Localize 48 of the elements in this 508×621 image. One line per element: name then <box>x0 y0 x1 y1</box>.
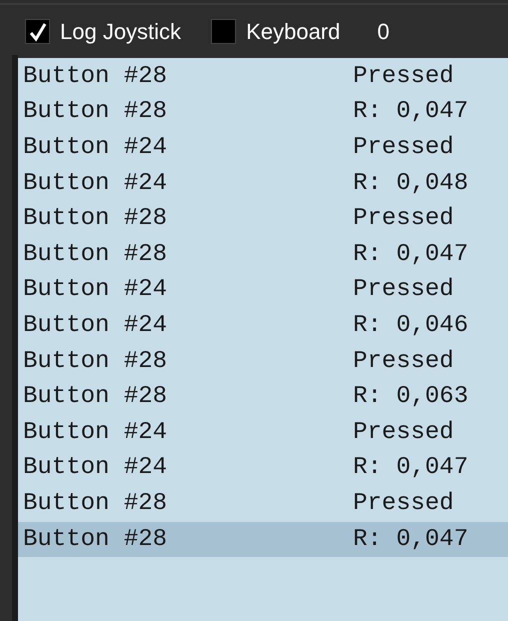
log-event: Pressed <box>353 204 454 234</box>
log-row[interactable]: Button #24 Pressed <box>18 272 508 308</box>
log-event: Pressed <box>353 275 454 306</box>
checkmark-icon <box>28 22 48 42</box>
log-source: Button #28 <box>23 524 168 555</box>
log-source: Button #28 <box>23 204 168 234</box>
log-row[interactable]: Button #28 R: 0,047 <box>18 94 508 130</box>
log-source: Button #28 <box>23 62 168 92</box>
log-row[interactable]: Button #24 Pressed <box>18 130 508 166</box>
log-event: R: 0,047 <box>353 240 468 270</box>
checkbox[interactable] <box>211 19 236 44</box>
counter: 0 <box>377 18 390 46</box>
log-row[interactable]: Button #24 R: 0,046 <box>18 308 508 344</box>
checkbox-label[interactable]: Keyboard <box>246 15 340 48</box>
log-event: R: 0,047 <box>353 524 468 555</box>
log-source: Button #28 <box>23 97 168 128</box>
log-event: R: 0,047 <box>353 453 468 484</box>
log-row[interactable]: Button #28 Pressed <box>18 344 508 380</box>
log-source: Button #24 <box>23 418 168 448</box>
log-source: Button #28 <box>23 382 168 412</box>
log-source: Button #24 <box>23 310 168 341</box>
log-row[interactable]: Button #28 R: 0,047 <box>18 236 508 273</box>
checkbox-label[interactable]: Log Joystick <box>60 15 182 48</box>
log-event: Pressed <box>353 488 454 519</box>
log-source: Button #24 <box>23 275 168 306</box>
log-row[interactable]: Button #24 R: 0,047 <box>18 450 508 486</box>
log-row[interactable]: Button #24 Pressed <box>18 414 508 451</box>
log-row[interactable]: Button #28 Pressed <box>18 201 508 237</box>
log-event: Pressed <box>353 418 454 448</box>
checkbox[interactable] <box>25 19 50 44</box>
log-event: Pressed <box>353 62 454 92</box>
log-event: Pressed <box>353 132 454 163</box>
log-row[interactable]: Button #28 R: 0,047 <box>18 522 508 558</box>
log-source: Button #24 <box>23 168 168 199</box>
log-event: Pressed <box>353 346 454 377</box>
log-row[interactable]: Button #28 Pressed <box>18 486 508 522</box>
log-source: Button #28 <box>23 488 168 519</box>
log-source: Button #24 <box>23 453 168 484</box>
log-row[interactable]: Button #28 R: 0,063 <box>18 379 508 415</box>
log-source: Button #24 <box>23 132 168 163</box>
log-row[interactable]: Button #28 Pressed <box>18 59 508 95</box>
log-source: Button #28 <box>23 240 168 270</box>
log-row[interactable]: Button #24 R: 0,048 <box>18 166 508 202</box>
log-source: Button #28 <box>23 346 168 377</box>
log-event: R: 0,048 <box>353 168 468 199</box>
log-event: R: 0,047 <box>353 97 468 128</box>
log-event: R: 0,063 <box>353 382 468 412</box>
log-event: R: 0,046 <box>353 310 468 341</box>
